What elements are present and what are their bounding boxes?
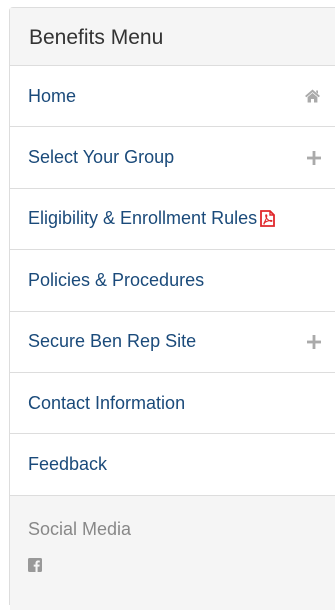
menu-item-contact-information[interactable]: Contact Information (10, 373, 335, 435)
facebook-icon[interactable] (28, 557, 42, 572)
menu-item-label: Eligibility & Enrollment Rules (28, 208, 258, 229)
pdf-icon (260, 210, 275, 228)
menu-item-feedback[interactable]: Feedback (10, 434, 335, 496)
menu-item-label: Contact Information (28, 392, 186, 413)
menu-item-policies-procedures[interactable]: Policies & Procedures (10, 250, 335, 312)
benefits-menu: Benefits Menu Home Select Your Group Eli… (9, 7, 335, 610)
menu-item-eligibility-enrollment-rules[interactable]: Eligibility & Enrollment Rules (10, 189, 335, 251)
menu-item-home[interactable]: Home (10, 66, 335, 128)
menu-item-label: Secure Ben Rep Site (28, 331, 197, 352)
plus-icon[interactable] (307, 334, 321, 349)
menu-item-label: Feedback (28, 454, 108, 475)
home-icon (304, 89, 321, 104)
menu-item-secure-ben-rep-site[interactable]: Secure Ben Rep Site (10, 312, 335, 373)
social-media-title: Social Media (28, 518, 132, 539)
menu-item-select-your-group[interactable]: Select Your Group (10, 127, 335, 189)
menu-item-label: Policies & Procedures (28, 269, 205, 290)
social-media-section: Social Media (10, 495, 335, 610)
menu-item-label: Select Your Group (28, 147, 175, 168)
menu-title: Benefits Menu (10, 8, 335, 66)
plus-icon[interactable] (307, 150, 321, 165)
menu-item-label: Home (28, 85, 77, 106)
